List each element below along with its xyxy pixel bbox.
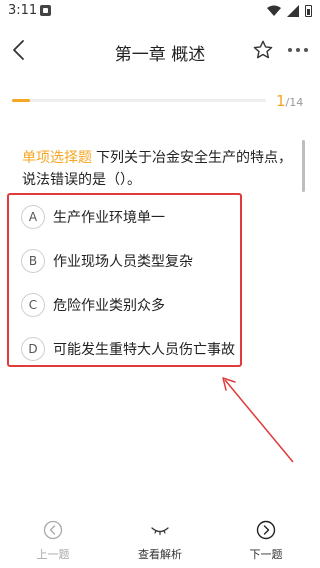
progress-bar [12,99,266,102]
prev-label: 上一题 [36,548,70,561]
signal-icon [287,5,299,17]
annotation-arrow [222,377,294,463]
option-b[interactable]: B 作业现场人员类型复杂 [21,248,193,274]
notification-icon [40,5,51,16]
options-highlight-box: A 生产作业环境单一 B 作业现场人员类型复杂 C 危险作业类别众多 D 可能发… [7,193,242,367]
question-stem: 单项选择题 下列关于冶金安全生产的特点，说法错误的是（）。 [22,147,302,191]
more-dot [304,48,308,52]
question-type-label: 单项选择题 [22,150,92,166]
progress-count: 1/14 [276,92,303,110]
option-c[interactable]: C 危险作业类别众多 [21,292,165,318]
option-d[interactable]: D 可能发生重特大人员伤亡事故 [21,336,235,362]
option-text: 作业现场人员类型复杂 [53,254,193,270]
more-dot [296,48,300,52]
view-analysis-button[interactable]: 查看解析 [120,520,200,562]
analysis-label: 查看解析 [138,548,182,561]
next-icon [256,520,276,540]
status-indicators [267,4,312,18]
progress-total: /14 [285,96,304,109]
option-text: 生产作业环境单一 [53,210,165,226]
eye-icon [151,527,169,536]
option-text: 危险作业类别众多 [53,298,165,314]
status-time: 3:11 [8,3,38,18]
header: 第一章 概述 [0,28,320,72]
next-label: 下一题 [249,548,283,561]
progress-current: 1 [276,92,286,110]
bottom-nav: 上一题 查看解析 下一题 [0,520,320,568]
prev-icon [43,520,63,540]
status-bar: 3:11 [0,0,320,22]
option-letter: A [21,205,45,229]
option-text: 可能发生重特大人员伤亡事故 [53,342,235,358]
prev-question-button[interactable]: 上一题 [13,520,93,562]
battery-icon [305,5,312,17]
option-a[interactable]: A 生产作业环境单一 [21,204,165,230]
wifi-icon [267,5,281,16]
option-letter: B [21,249,45,273]
option-letter: D [21,337,45,361]
more-dot [288,48,292,52]
option-letter: C [21,293,45,317]
star-icon[interactable] [252,39,274,61]
progress-fill [12,99,31,102]
scrollbar[interactable] [302,140,305,192]
next-question-button[interactable]: 下一题 [226,520,306,562]
more-icon[interactable] [288,44,310,56]
